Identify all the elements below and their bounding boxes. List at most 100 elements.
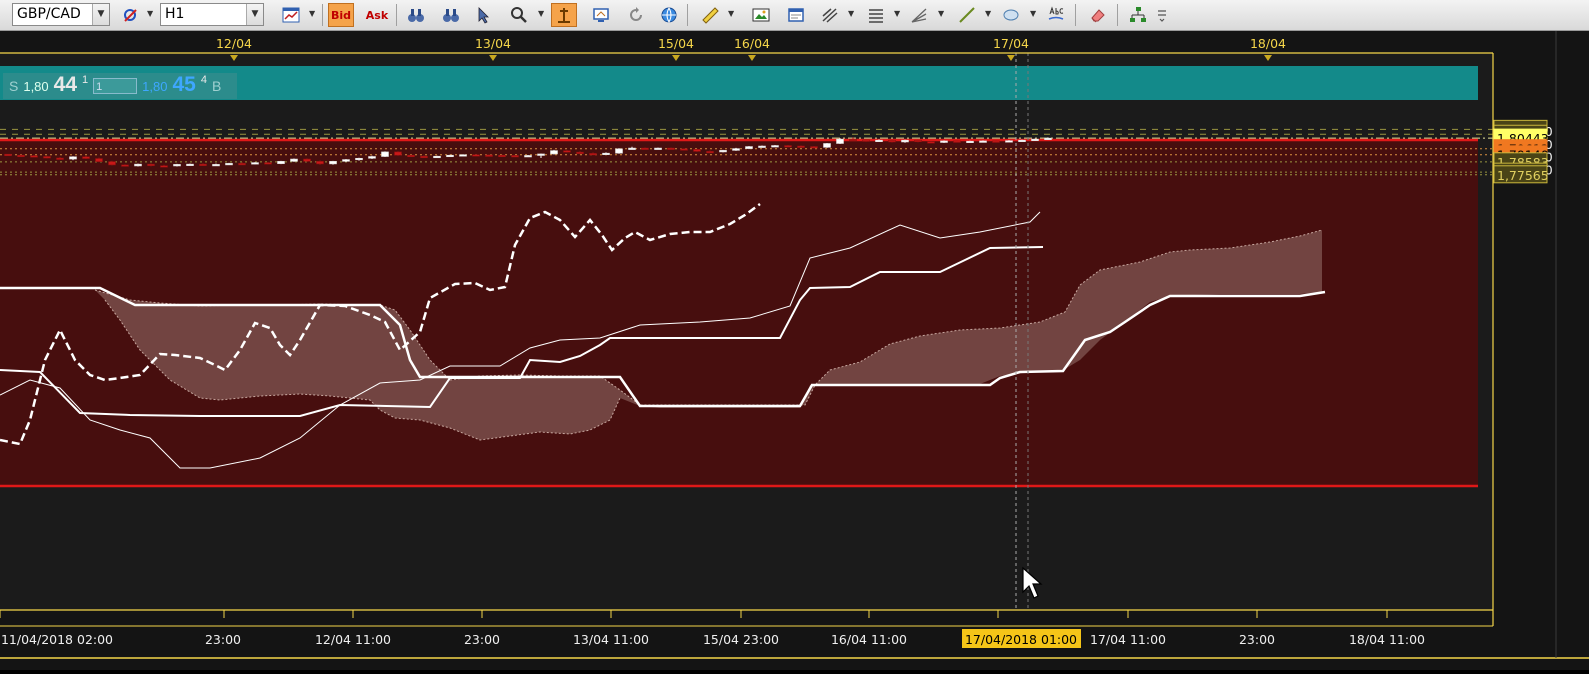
bull-candle-body xyxy=(732,148,740,151)
ruler-button[interactable] xyxy=(697,3,723,27)
chevron-down-icon[interactable]: ▼ xyxy=(938,9,944,18)
candle xyxy=(303,158,311,162)
trendlines-icon xyxy=(822,8,838,23)
indicator-list-button[interactable] xyxy=(118,3,144,27)
candle xyxy=(368,155,376,160)
bear-candle-body xyxy=(784,145,792,148)
bear-candle-body xyxy=(914,139,922,143)
bull-candle-body xyxy=(745,146,753,149)
candle xyxy=(719,149,727,153)
date-label: 16/04 xyxy=(734,36,770,51)
bear-candle-body xyxy=(108,161,116,166)
horizontal-lines-icon xyxy=(869,9,883,23)
chevron-down-icon[interactable]: ▼ xyxy=(848,9,854,18)
candle xyxy=(433,155,441,159)
bear-candle-body xyxy=(316,161,324,165)
bull-candle-body xyxy=(225,163,233,166)
bull-candle-body xyxy=(1018,139,1026,142)
candle xyxy=(147,163,155,167)
timeframe-select[interactable]: H1 ▼ xyxy=(160,3,264,26)
web-button[interactable] xyxy=(656,3,682,27)
trendline-icon xyxy=(959,7,975,23)
bear-candle-body xyxy=(394,151,402,156)
bull-candle-body xyxy=(550,150,558,155)
toolbar-separator xyxy=(687,4,688,26)
chevron-down-icon[interactable]: ▼ xyxy=(92,4,109,25)
buy-label[interactable]: B xyxy=(212,78,221,94)
bull-candle-body xyxy=(186,163,194,166)
chevron-down-icon[interactable]: ▼ xyxy=(985,9,991,18)
bid-toggle[interactable]: Bid xyxy=(328,3,354,27)
bull-candle-body xyxy=(277,161,285,164)
candle xyxy=(823,142,831,148)
crosshair-toggle[interactable] xyxy=(551,3,577,27)
monitor-icon xyxy=(593,8,609,22)
template-icon xyxy=(788,8,804,22)
candle xyxy=(953,140,961,143)
draw-tools-button[interactable] xyxy=(817,3,843,27)
zoom-tool-button[interactable] xyxy=(506,3,532,27)
bull-candle-body xyxy=(212,164,220,167)
bear-candle-body xyxy=(810,146,818,149)
buy-price-prefix: 1,80 xyxy=(142,79,168,94)
toolbar-overflow-button[interactable] xyxy=(1152,3,1172,27)
bear-candle-body xyxy=(4,153,12,157)
chevron-down-icon[interactable]: ▼ xyxy=(1030,9,1036,18)
chevron-down-icon[interactable]: ▼ xyxy=(894,9,900,18)
bear-candle-body xyxy=(160,165,168,168)
zoom-out-button[interactable] xyxy=(438,3,464,27)
scroll-marker-icon xyxy=(558,8,570,23)
chevron-down-icon[interactable]: ▼ xyxy=(147,9,153,18)
bear-candle-body xyxy=(82,156,90,159)
chart-type-button[interactable] xyxy=(278,3,304,27)
time-label: 17/04/2018 01:00 xyxy=(965,632,1077,647)
chevron-down-icon[interactable]: ▼ xyxy=(309,9,315,18)
refresh-button[interactable] xyxy=(623,3,649,27)
overflow-menu-icon xyxy=(1158,10,1166,22)
candle xyxy=(394,151,402,156)
bull-candle-body xyxy=(69,156,77,160)
sell-price-big[interactable]: 44 xyxy=(54,73,77,97)
candle xyxy=(472,154,480,157)
candle xyxy=(459,154,467,157)
price-chart[interactable]: 12/0413/0415/0416/0417/0418/04 1,81001,8… xyxy=(0,31,1589,670)
text-button[interactable] xyxy=(1043,3,1069,27)
bear-candle-body xyxy=(43,156,51,159)
candle xyxy=(836,138,844,145)
properties-button[interactable] xyxy=(588,3,614,27)
bear-candle-body xyxy=(680,148,688,151)
trendline-button[interactable] xyxy=(954,3,980,27)
object-list-button[interactable] xyxy=(1125,3,1151,27)
candle xyxy=(43,155,51,159)
sell-label[interactable]: S xyxy=(9,78,18,94)
bear-candle-body xyxy=(849,138,857,141)
bear-candle-body xyxy=(576,151,584,154)
symbol-select[interactable]: GBP/CAD ▼ xyxy=(12,3,110,26)
image-button[interactable] xyxy=(748,3,774,27)
sell-price-prefix: 1,80 xyxy=(23,79,49,94)
chevron-down-icon[interactable]: ▼ xyxy=(728,9,734,18)
bull-candle-body xyxy=(836,138,844,144)
fan-button[interactable] xyxy=(906,3,932,27)
ask-toggle[interactable]: Ask xyxy=(364,3,390,27)
zoom-in-button[interactable] xyxy=(403,3,429,27)
price-level-badges[interactable]: 1,811291,807451,804431,796121,791401,785… xyxy=(1493,119,1549,184)
chart-canvas[interactable]: 12/0413/0415/0416/0417/0418/04 1,81001,8… xyxy=(0,31,1589,670)
bear-candle-body xyxy=(563,150,571,153)
shape-button[interactable] xyxy=(998,3,1024,27)
ruler-icon xyxy=(702,7,719,24)
chart-window-icon xyxy=(282,7,300,23)
bull-candle-body xyxy=(329,161,337,165)
select-cursor-button[interactable] xyxy=(471,3,497,27)
bear-candle-body xyxy=(485,154,493,157)
horizontal-lines-button[interactable] xyxy=(863,3,889,27)
cursor-icon xyxy=(478,7,489,24)
print-button[interactable] xyxy=(783,3,809,27)
chevron-down-icon[interactable]: ▼ xyxy=(246,4,263,25)
buy-price-big[interactable]: 45 xyxy=(172,73,195,97)
bear-candle-body xyxy=(511,155,519,158)
eraser-button[interactable] xyxy=(1085,3,1111,27)
bear-candle-body xyxy=(30,155,38,158)
chevron-down-icon[interactable]: ▼ xyxy=(538,9,544,18)
lot-size-input[interactable]: 1 xyxy=(93,78,138,94)
